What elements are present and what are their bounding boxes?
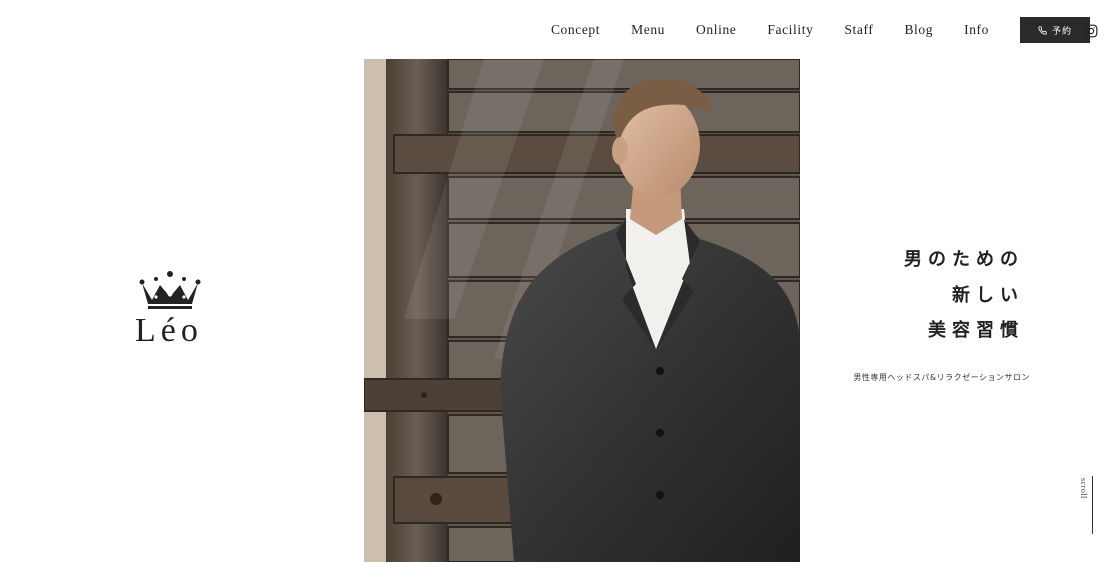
hero-photo [364, 59, 800, 562]
nav-item-online[interactable]: Online [696, 22, 736, 38]
catch-line-2: 新しい [952, 284, 1024, 306]
site-logo[interactable]: Léo [133, 270, 207, 350]
phone-icon [1038, 25, 1047, 35]
catch-line-1: 男のための [904, 249, 1024, 270]
reserve-button[interactable]: 予約 [1020, 17, 1090, 43]
hero-subtitle: 男性専用ヘッドスパ&リラクゼーションサロン [853, 373, 1030, 382]
nav-item-concept[interactable]: Concept [551, 22, 600, 38]
crown-icon [139, 271, 201, 309]
nav-item-blog[interactable]: Blog [904, 22, 933, 38]
scroll-line [1092, 476, 1093, 534]
nav-item-staff[interactable]: Staff [844, 22, 873, 38]
logo-text: Léo [135, 312, 203, 349]
scroll-label: scroll [1079, 478, 1088, 499]
catch-line-3: 美容習慣 [928, 320, 1024, 341]
hero-catch-copy: 男のための 新しい 美容習慣 [904, 242, 1024, 349]
reserve-label: 予約 [1051, 26, 1072, 37]
instagram-icon[interactable] [1084, 24, 1098, 38]
hero-illustration [364, 59, 800, 562]
nav-item-menu[interactable]: Menu [631, 22, 665, 38]
scroll-indicator[interactable]: scroll [1079, 478, 1089, 502]
main-nav: Concept Menu Online Facility Staff Blog … [551, 0, 1120, 60]
nav-item-info[interactable]: Info [964, 22, 989, 38]
nav-item-facility[interactable]: Facility [767, 22, 813, 38]
